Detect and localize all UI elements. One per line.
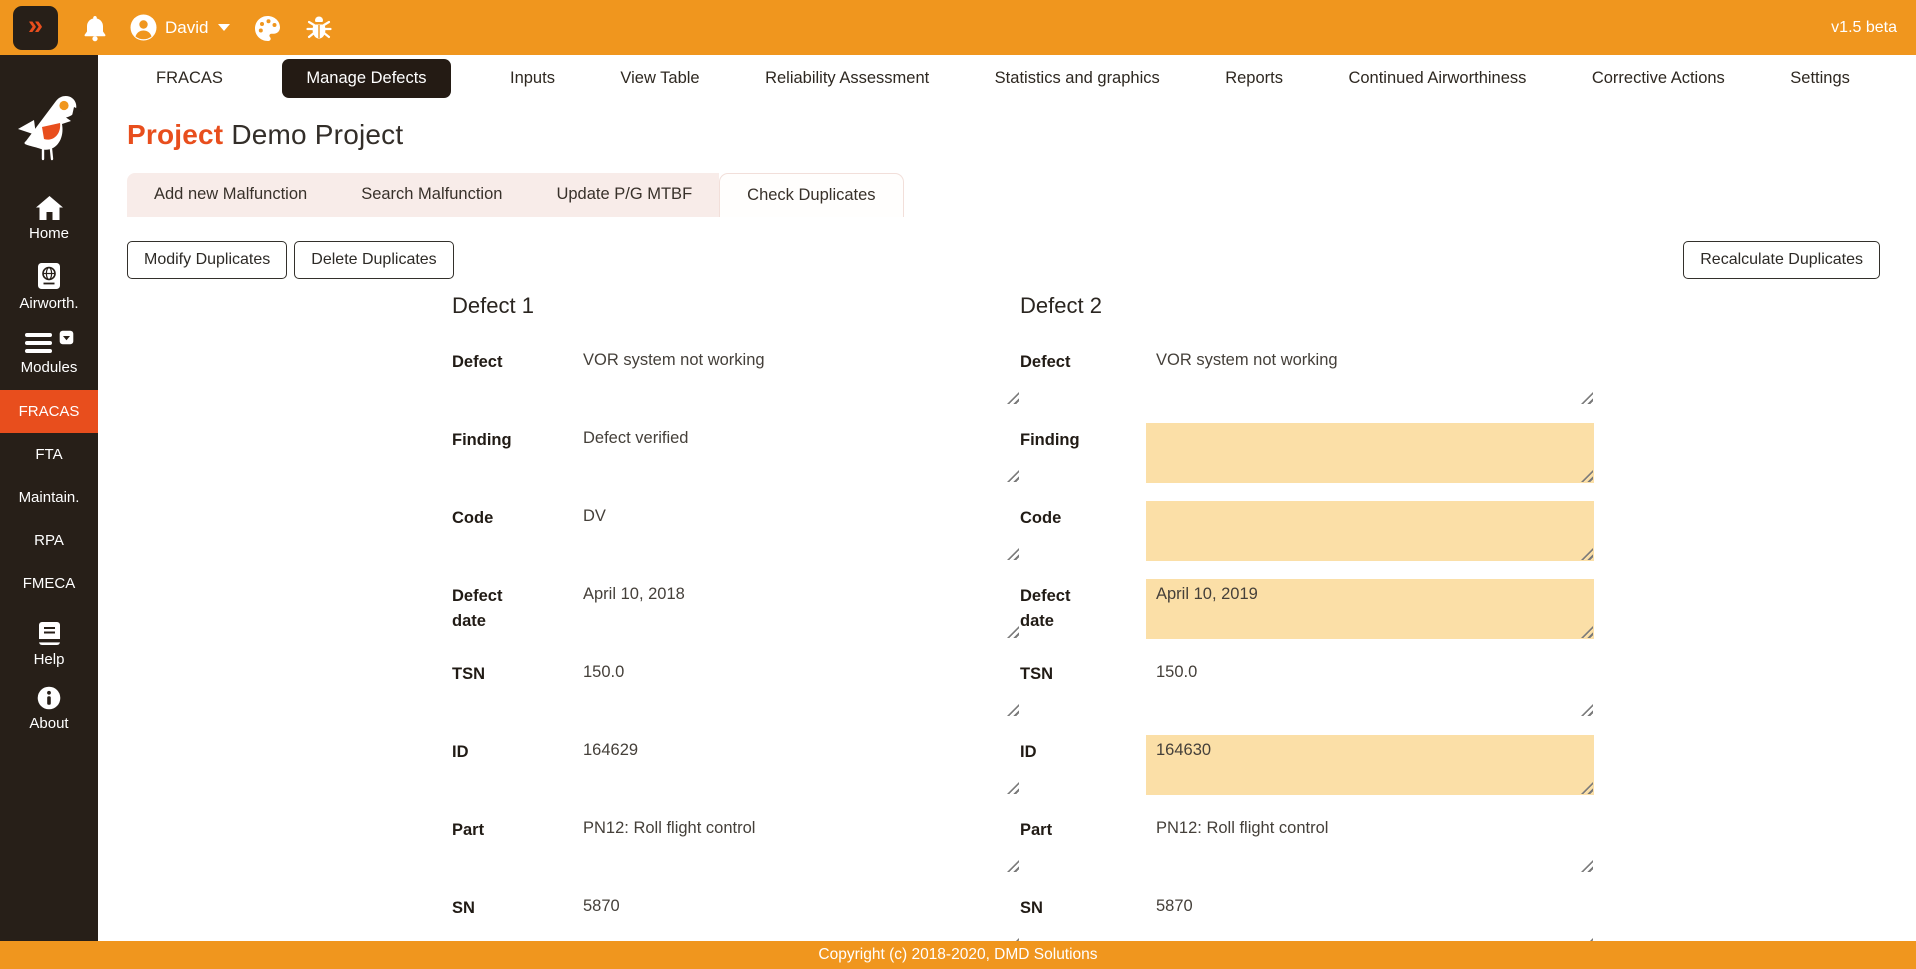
field-label-defect-1-defect: Defect (452, 353, 503, 371)
field-label-defect-1-tsn: TSN (452, 665, 485, 683)
sidebar-item-fta[interactable]: FTA (0, 433, 98, 476)
nav-item-manage-defects[interactable]: Manage Defects (282, 59, 451, 98)
sidebar-item-label: About (29, 715, 69, 732)
field-value-defect-1-id[interactable]: 164629 (573, 735, 1020, 795)
user-menu[interactable]: David (130, 14, 231, 41)
sidebar-item-label: RPA (34, 532, 64, 549)
sidebar-item-home[interactable]: Home (0, 196, 98, 242)
field-label-defect-2-code: Code (1020, 509, 1062, 527)
field-label-defect-1-finding: Finding (452, 431, 512, 449)
tab-search-malfunction[interactable]: Search Malfunction (334, 173, 530, 217)
page-title-prefix: Project (127, 119, 224, 150)
toolbar: Modify Duplicates Delete Duplicates Reca… (127, 241, 1880, 279)
nav-item-settings[interactable]: Settings (1784, 59, 1856, 98)
sidebar-item-maintain[interactable]: Maintain. (0, 476, 98, 519)
nav-item-inputs[interactable]: Inputs (504, 59, 561, 98)
sidebar-item-about[interactable]: About (0, 686, 98, 732)
sidebar-item-label: FTA (35, 446, 63, 463)
sidebar-item-fracas-active[interactable]: FRACAS (0, 390, 98, 433)
chevron-down-icon (218, 24, 231, 31)
help-book-icon (38, 622, 60, 645)
nav-item-corrective-actions[interactable]: Corrective Actions (1586, 59, 1731, 98)
field-value-defect-2-part[interactable]: PN12: Roll flight control (1146, 813, 1594, 873)
nav-item-view-table[interactable]: View Table (614, 59, 705, 98)
top-bar: » David v1.5 beta (0, 0, 1916, 55)
recalculate-duplicates-button[interactable]: Recalculate Duplicates (1683, 241, 1880, 279)
field-label-defect-2-defect-date: Defect date (1020, 587, 1071, 630)
field-value-defect-1-defect[interactable]: VOR system not working (573, 345, 1020, 405)
nav-item-continued-airworthiness[interactable]: Continued Airworthiness (1342, 59, 1532, 98)
modules-dropdown-icon (59, 330, 73, 345)
field-value-defect-1-finding[interactable]: Defect verified (573, 423, 1020, 483)
defect-1-header: Defect 1 (452, 293, 534, 318)
nav-item-statistics-and-graphics[interactable]: Statistics and graphics (989, 59, 1166, 98)
field-label-defect-1-sn: SN (452, 899, 475, 917)
field-label-defect-2-defect: Defect (1020, 353, 1071, 371)
sidebar-item-label: Help (33, 651, 65, 668)
delete-duplicates-button[interactable]: Delete Duplicates (294, 241, 454, 279)
notifications-bell-icon[interactable] (82, 14, 108, 42)
sidebar-item-label: FMECA (22, 575, 76, 592)
sidebar-item-label: Modules (20, 359, 78, 376)
duplicates-grid: Defect 1 Defect 2 Defect VOR system not w… (452, 293, 1916, 969)
modules-menu-icon (24, 333, 52, 353)
tab-check-duplicates[interactable]: Check Duplicates (719, 173, 904, 217)
sidebar-item-label: Airworth. (19, 295, 79, 312)
sidebar-item-modules[interactable]: Modules (0, 330, 98, 376)
field-label-defect-1-code: Code (452, 509, 494, 527)
sidebar-item-label: FRACAS (18, 403, 80, 420)
field-value-defect-2-defect-date[interactable]: April 10, 2019 (1146, 579, 1594, 639)
page-title: Project Demo Project (127, 119, 1916, 151)
field-value-defect-2-defect[interactable]: VOR system not working (1146, 345, 1594, 405)
main-content: FRACAS Manage Defects Inputs View Table Reli… (98, 55, 1916, 941)
airworthiness-passport-icon (38, 263, 60, 289)
app-version-label: v1.5 beta (1831, 18, 1897, 36)
field-value-defect-2-id[interactable]: 164630 (1146, 735, 1594, 795)
field-label-defect-2-finding: Finding (1020, 431, 1080, 449)
sidebar-item-help[interactable]: Help (0, 621, 98, 668)
nav-item-fracas[interactable]: FRACAS (150, 59, 229, 98)
home-icon (35, 196, 63, 220)
tab-add-new-malfunction[interactable]: Add new Malfunction (127, 173, 335, 217)
field-label-defect-2-part: Part (1020, 821, 1053, 839)
page-title-project-name: Demo Project (231, 119, 404, 150)
sidebar-item-label: Home (28, 225, 69, 242)
double-chevron-right-icon: » (27, 9, 44, 40)
field-label-defect-1-part: Part (452, 821, 485, 839)
field-label-defect-1-id: ID (452, 743, 469, 761)
sidebar-collapse-button[interactable]: » (13, 5, 58, 50)
dmd-bird-logo[interactable] (16, 85, 82, 168)
sidebar-item-label: Maintain. (18, 489, 80, 506)
sidebar: Home Airworth. Modules FRACAS FTA Mainta… (0, 55, 98, 941)
field-label-defect-2-tsn: TSN (1020, 665, 1053, 683)
field-value-defect-2-finding[interactable] (1146, 423, 1594, 483)
sidebar-item-rpa[interactable]: RPA (0, 519, 98, 562)
user-avatar-icon (130, 14, 157, 41)
footer-bar: Copyright (c) 2018-2020, DMD Solutions (0, 941, 1916, 969)
primary-nav: FRACAS Manage Defects Inputs View Table Reli… (98, 55, 1916, 102)
sidebar-item-airworthiness[interactable]: Airworth. (0, 262, 98, 312)
about-info-icon (37, 686, 61, 710)
field-value-defect-1-part[interactable]: PN12: Roll flight control (573, 813, 1020, 873)
field-value-defect-1-code[interactable]: DV (573, 501, 1020, 561)
modify-duplicates-button[interactable]: Modify Duplicates (127, 241, 288, 279)
field-label-defect-2-sn: SN (1020, 899, 1043, 917)
sidebar-item-fmeca[interactable]: FMECA (0, 562, 98, 605)
field-label-defect-1-defect-date: Defect date (452, 587, 503, 630)
nav-item-reports[interactable]: Reports (1219, 59, 1289, 98)
field-value-defect-1-tsn[interactable]: 150.0 (573, 657, 1020, 717)
defect-2-header: Defect 2 (1020, 293, 1102, 318)
field-label-defect-2-id: ID (1020, 743, 1037, 761)
tab-update-p-g-mtbf[interactable]: Update P/G MTBF (529, 173, 720, 217)
copyright-text: Copyright (c) 2018-2020, DMD Solutions (818, 946, 1098, 963)
field-value-defect-2-tsn[interactable]: 150.0 (1146, 657, 1594, 717)
nav-item-reliability-assessment[interactable]: Reliability Assessment (759, 59, 935, 98)
user-name: David (165, 17, 209, 37)
bug-report-icon[interactable] (305, 14, 333, 41)
sub-tabs: Add new Malfunction Search Malfunction Upd… (127, 173, 1916, 217)
field-value-defect-1-defect-date[interactable]: April 10, 2018 (573, 579, 1020, 639)
theme-palette-icon[interactable] (254, 15, 281, 41)
field-value-defect-2-code[interactable] (1146, 501, 1594, 561)
